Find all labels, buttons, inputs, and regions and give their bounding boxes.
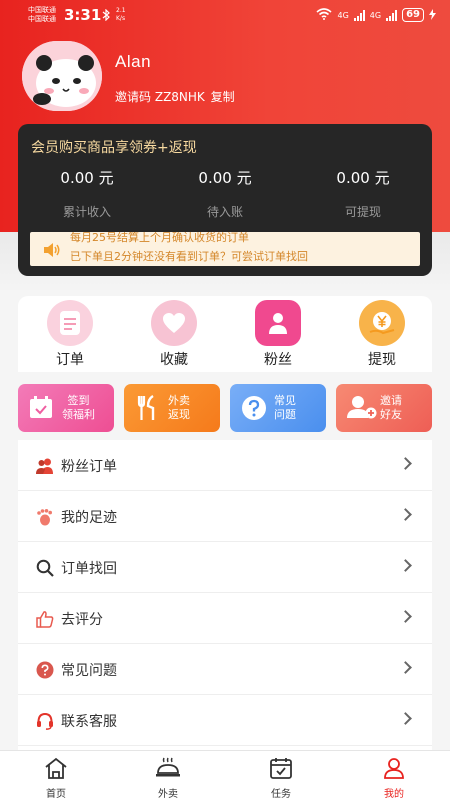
stat-label: 待入账	[206, 205, 243, 219]
tab-label: 外卖	[158, 789, 178, 800]
question-icon	[241, 395, 267, 425]
signal-icon-2	[386, 9, 398, 21]
chevron-right-icon	[399, 508, 412, 521]
status-right: 4G 4G 69	[316, 8, 436, 22]
checkin-button[interactable]: 签到 领福利	[18, 384, 114, 432]
cutlery-icon	[135, 394, 159, 425]
menu-order-recovery[interactable]: 订单找回	[18, 542, 432, 593]
tab-takeout[interactable]: 外卖	[128, 757, 208, 800]
quick-favorites[interactable]: 收藏	[134, 300, 214, 369]
search-icon	[36, 559, 54, 577]
network-type-2: 4G	[369, 10, 382, 20]
add-user-icon	[347, 395, 377, 423]
withdraw-icon	[359, 300, 405, 346]
footprint-icon	[36, 508, 54, 526]
stat-pending[interactable]: 0.00 元 待入账	[156, 167, 294, 220]
menu-label: 订单找回	[61, 561, 117, 577]
invite-code: ZZ8NHK	[154, 90, 205, 104]
profile-icon	[383, 758, 405, 783]
chevron-right-icon	[399, 661, 412, 674]
menu-label: 我的足迹	[61, 510, 117, 526]
tab-home[interactable]: 首页	[16, 757, 96, 800]
notice-marquee[interactable]: 每月25号结算上个月确认收货的订单 已下单且2分钟还没有看到订单？可尝试订单找回	[30, 232, 420, 266]
quick-label: 订单	[56, 352, 84, 368]
headset-icon	[36, 712, 54, 730]
heart-icon	[151, 300, 197, 346]
users-icon	[36, 457, 54, 475]
menu-rate[interactable]: 去评分	[18, 593, 432, 644]
status-bar: 中国联通 中国联通 3:31 2.1 K/s 4G 4G 69	[0, 0, 450, 30]
tab-tasks[interactable]: 任务	[241, 757, 321, 800]
tab-mine[interactable]: 我的	[354, 757, 434, 800]
stat-total-income[interactable]: 0.00 元 累计收入	[18, 167, 156, 220]
bottom-tab-bar: 首页 外卖 任务 我的	[0, 750, 450, 800]
chevron-right-icon	[399, 712, 412, 725]
signal-icon-1	[353, 9, 365, 21]
member-card-title: 会员购买商品享领券+返现	[31, 140, 197, 156]
member-card: 会员购买商品享领券+返现 0.00 元 累计收入 0.00 元 待入账 0.00…	[18, 124, 432, 276]
stat-label: 可提现	[344, 205, 381, 219]
copy-invite-button[interactable]: 复制	[211, 90, 235, 104]
menu-fans-orders[interactable]: 粉丝订单	[18, 440, 432, 491]
quick-label: 提现	[368, 352, 396, 368]
invite-friends-button[interactable]: 邀请 好友	[336, 384, 432, 432]
quick-label: 收藏	[160, 352, 188, 368]
stat-value: 0.00 元	[198, 169, 252, 187]
notice-line-2: 已下单且2分钟还没有看到订单？可尝试订单找回	[70, 250, 308, 263]
carrier-labels: 中国联通 中国联通	[28, 6, 56, 24]
stat-value: 0.00 元	[336, 169, 390, 187]
carrier-2: 中国联通	[28, 15, 56, 23]
takeout-label: 外卖 返现	[168, 394, 190, 421]
stat-withdrawable[interactable]: 0.00 元 可提现	[294, 167, 432, 220]
quick-orders[interactable]: 订单	[30, 300, 110, 369]
carrier-1: 中国联通	[28, 6, 56, 14]
tab-label: 我的	[384, 789, 404, 800]
network-type-1: 4G	[337, 10, 349, 20]
bluetooth-icon	[102, 8, 110, 24]
chevron-right-icon	[399, 457, 412, 470]
stat-value: 0.00 元	[60, 169, 114, 187]
menu-label: 去评分	[61, 612, 103, 628]
invite-code-line: 邀请码 ZZ8NHK 复制	[115, 88, 235, 105]
menu-label: 常见问题	[61, 663, 117, 679]
chevron-right-icon	[399, 610, 412, 623]
avatar[interactable]	[22, 41, 102, 111]
stat-label: 累计收入	[62, 205, 111, 219]
invite-label: 邀请 好友	[380, 394, 402, 421]
invite-label: 邀请码	[115, 90, 152, 104]
thumbs-up-icon	[36, 610, 54, 628]
quick-withdraw[interactable]: 提现	[342, 300, 422, 369]
faq-label: 常见 问题	[274, 394, 296, 421]
menu-faq[interactable]: 常见问题	[18, 644, 432, 695]
notice-line-1: 每月25号结算上个月确认收货的订单	[70, 232, 249, 244]
network-speed: 2.1 K/s	[116, 7, 126, 22]
status-time: 3:31	[64, 6, 102, 24]
fans-icon	[255, 300, 301, 346]
chevron-right-icon	[399, 559, 412, 572]
username: Alan	[115, 52, 152, 71]
calendar-icon	[29, 395, 53, 423]
tab-label: 任务	[271, 789, 291, 800]
food-cover-icon	[155, 757, 181, 783]
menu-customer-service[interactable]: 联系客服	[18, 695, 432, 746]
wifi-icon	[316, 8, 333, 22]
help-icon	[36, 661, 54, 679]
speaker-icon	[43, 242, 61, 261]
menu-list: 粉丝订单 我的足迹 订单找回 去评分 常见问题 联系客服	[18, 440, 432, 750]
quick-fans[interactable]: 粉丝	[238, 300, 318, 369]
menu-label: 粉丝订单	[61, 459, 117, 475]
quick-label: 粉丝	[264, 352, 292, 368]
checkin-label: 签到 领福利	[62, 394, 95, 421]
menu-label: 联系客服	[61, 714, 117, 730]
task-icon	[269, 758, 293, 783]
takeout-cashback-button[interactable]: 外卖 返现	[124, 384, 220, 432]
battery-icon: 69	[402, 8, 424, 22]
order-icon	[47, 300, 93, 346]
charging-icon	[429, 8, 436, 22]
quick-actions: 订单 收藏 粉丝 提现	[18, 296, 432, 372]
tab-label: 首页	[46, 789, 66, 800]
faq-button[interactable]: 常见 问题	[230, 384, 326, 432]
home-icon	[44, 757, 68, 783]
menu-footprints[interactable]: 我的足迹	[18, 491, 432, 542]
